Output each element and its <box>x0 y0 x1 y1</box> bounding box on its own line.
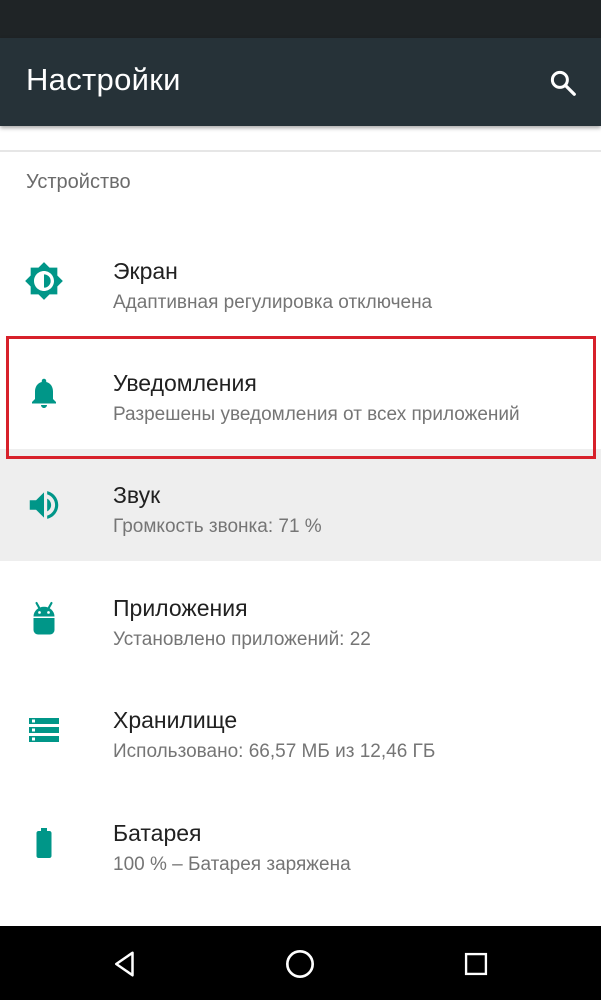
home-button[interactable] <box>275 939 325 989</box>
recents-button[interactable] <box>451 939 501 989</box>
volume-icon <box>24 485 64 525</box>
status-bar <box>0 0 601 38</box>
settings-item-apps[interactable]: Приложения Установлено приложений: 22 <box>0 562 601 674</box>
item-subtitle: Установлено приложений: 22 <box>113 629 371 650</box>
settings-item-sound[interactable]: Звук Громкость звонка: 71 % <box>0 449 601 561</box>
brightness-icon <box>24 261 64 301</box>
back-icon <box>115 951 134 977</box>
item-title: Батарея <box>113 820 202 846</box>
search-icon <box>550 70 576 96</box>
item-subtitle: 100 % – Батарея заряжена <box>113 854 351 875</box>
item-subtitle: Громкость звонка: 71 % <box>113 516 322 537</box>
item-title: Звук <box>113 482 161 508</box>
navigation-bar <box>0 926 601 1000</box>
item-subtitle: Использовано: 66,57 МБ из 12,46 ГБ <box>113 741 436 762</box>
back-button[interactable] <box>100 939 150 989</box>
item-title: Уведомления <box>113 370 257 396</box>
item-subtitle: Адаптивная регулировка отключена <box>113 292 433 313</box>
storage-icon <box>24 710 64 750</box>
settings-item-battery[interactable]: Батарея 100 % – Батарея заряжена <box>0 787 601 899</box>
settings-item-notifications[interactable]: Уведомления Разрешены уведомления от все… <box>0 337 601 449</box>
item-subtitle: Разрешены уведомления от всех приложений <box>113 404 520 425</box>
search-button[interactable] <box>540 60 586 106</box>
item-title: Приложения <box>113 595 248 621</box>
section-header: Устройство <box>26 171 131 193</box>
app-bar: Настройки <box>0 38 601 126</box>
page-title: Настройки <box>26 62 181 97</box>
android-icon <box>24 598 64 638</box>
divider <box>0 150 601 152</box>
settings-item-display[interactable]: Экран Адаптивная регулировка отключена <box>0 225 601 337</box>
recents-icon <box>464 952 488 976</box>
settings-item-storage[interactable]: Хранилище Использовано: 66,57 МБ из 12,4… <box>0 674 601 786</box>
item-title: Хранилище <box>113 707 238 733</box>
bell-icon <box>24 373 64 413</box>
battery-icon <box>24 823 64 863</box>
item-title: Экран <box>113 258 178 284</box>
home-icon <box>286 950 314 978</box>
